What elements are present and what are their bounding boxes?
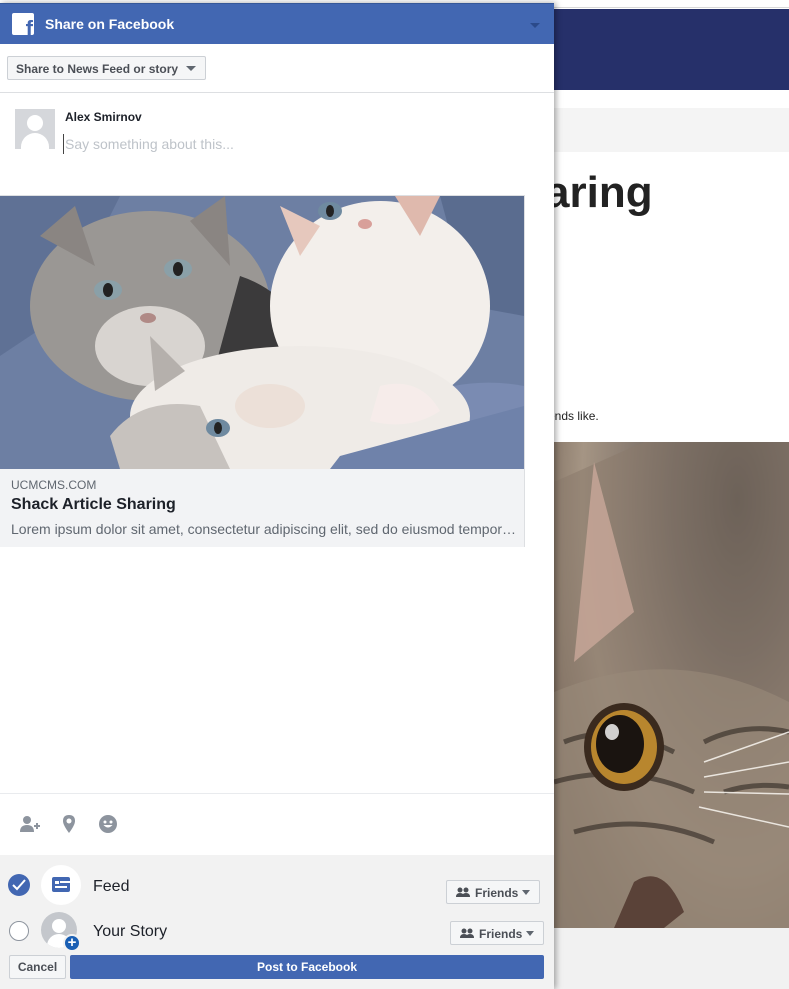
background-top-bar [554,0,789,8]
feed-icon [41,865,81,905]
story-checkbox[interactable] [9,921,29,941]
background-article-text: ends like. [548,409,599,423]
kittens-illustration [0,196,524,469]
link-preview-card[interactable]: UCMCMS.COM Shack Article Sharing Lorem i… [0,195,525,547]
story-privacy-label: Friends [479,927,523,941]
divider [0,92,554,93]
header-menu-caret-icon[interactable] [530,23,540,28]
chevron-down-icon [526,931,534,936]
divider [0,793,554,794]
feeling-icon[interactable] [98,814,120,834]
share-target-dropdown[interactable]: Share to News Feed or story [7,56,206,80]
compose-input[interactable] [63,134,523,154]
feed-privacy-dropdown[interactable]: Friends [446,880,540,904]
checkmark-icon [12,879,26,891]
link-preview-image [0,196,524,469]
chevron-down-icon [186,66,196,71]
feed-privacy-label: Friends [475,886,519,900]
link-description: Lorem ipsum dolor sit amet, consectetur … [11,521,517,537]
screen: g aring ends like. f Share on Facebook [0,0,789,989]
link-preview-meta: UCMCMS.COM Shack Article Sharing Lorem i… [0,470,524,547]
background-navbar [554,9,789,90]
post-to-facebook-button[interactable]: Post to Facebook [70,955,544,979]
user-avatar [15,109,55,149]
friends-icon [460,928,474,938]
link-domain: UCMCMS.COM [11,478,97,492]
location-icon[interactable] [60,814,82,834]
link-title: Shack Article Sharing [11,496,176,513]
friends-icon [456,887,470,897]
cat-closeup-illustration [554,442,789,928]
share-dialog: f Share on Facebook Share to News Feed o… [0,3,554,989]
background-breadcrumb [554,108,789,152]
feed-label: Feed [93,878,130,895]
cancel-button[interactable]: Cancel [9,955,66,979]
background-article-title: aring [545,168,653,217]
user-name: Alex Smirnov [65,110,142,124]
story-privacy-dropdown[interactable]: Friends [450,921,544,945]
background-cat-photo [554,442,789,928]
story-label: Your Story [93,923,168,940]
chevron-down-icon [522,890,530,895]
share-target-label: Share to News Feed or story [16,62,179,76]
dialog-header: f Share on Facebook [0,3,554,44]
dialog-title: Share on Facebook [45,16,175,32]
tag-friends-icon[interactable] [19,814,41,834]
feed-checkbox[interactable] [8,874,30,896]
facebook-logo-icon: f [12,13,34,35]
background-footer [554,928,789,989]
add-story-icon: + [63,934,81,952]
